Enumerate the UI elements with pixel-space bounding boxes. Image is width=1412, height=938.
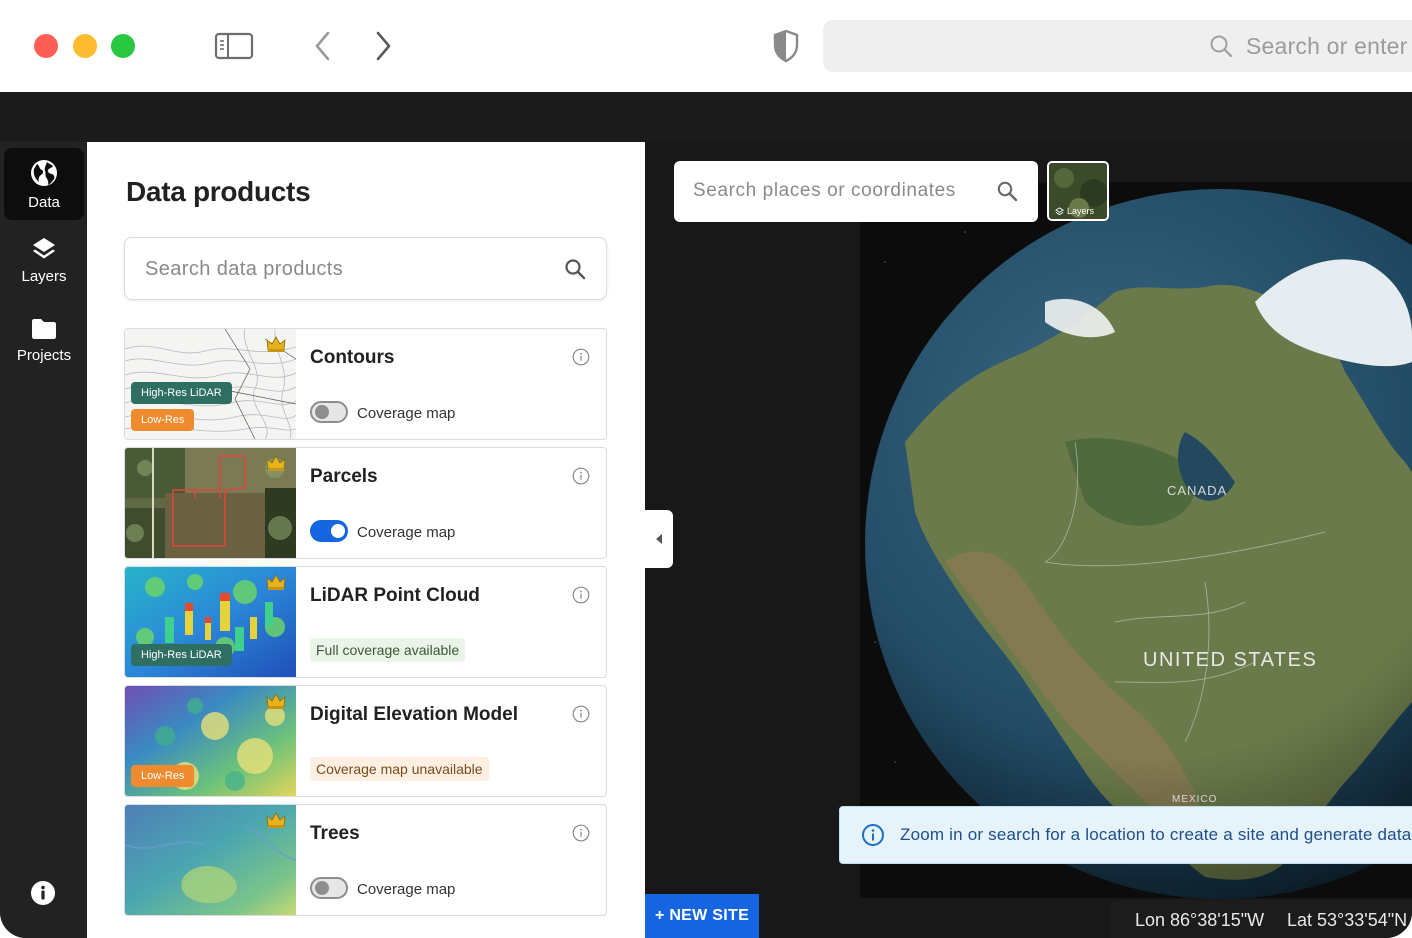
rail-item-projects[interactable]: Projects (4, 304, 84, 376)
product-card-trees[interactable]: Trees Coverage map (124, 804, 607, 916)
card-title: Contours (310, 347, 395, 368)
minimize-window-button[interactable] (73, 34, 97, 58)
crown-icon (266, 335, 286, 353)
card-title: Parcels (310, 466, 378, 487)
rail-item-label: Data (28, 193, 60, 211)
map-search-placeholder: Search places or coordinates (693, 180, 956, 201)
close-window-button[interactable] (34, 34, 58, 58)
address-bar-placeholder: Search or enter (1246, 33, 1408, 59)
data-products-panel: Data products Search data products High-… (87, 142, 645, 938)
status-badge: Coverage map unavailable (310, 757, 489, 781)
shield-icon[interactable] (766, 26, 806, 66)
layers-button[interactable]: Layers (1047, 161, 1109, 221)
product-card-contours[interactable]: High-Res LiDAR Low-Res Contours Coverage… (124, 328, 607, 440)
rail-item-label: Layers (21, 267, 67, 285)
zoom-window-button[interactable] (111, 34, 135, 58)
crown-icon (266, 692, 286, 710)
toggle-label: Coverage map (357, 524, 456, 541)
status-badge: Full coverage available (310, 638, 466, 662)
latitude-readout: Lat 53°33'54"N (1287, 910, 1408, 930)
map-search-input[interactable]: Search places or coordinates (674, 161, 1038, 222)
coverage-map-toggle[interactable] (310, 401, 348, 423)
map-label-mexico: MEXICO (1172, 794, 1217, 805)
data-products-search-input[interactable]: Search data products (124, 237, 607, 300)
search-icon (563, 257, 587, 286)
product-card-lidar-point-cloud[interactable]: High-Res LiDAR LiDAR Point Cloud Full co… (124, 566, 607, 678)
product-card-parcels[interactable]: Parcels Coverage map (124, 447, 607, 559)
layers-icon (1055, 206, 1064, 215)
layers-button-label: Layers (1055, 206, 1094, 216)
address-bar[interactable]: Search or enter (823, 20, 1412, 72)
page-title: Data products (126, 176, 311, 207)
toggle-label: Coverage map (357, 405, 456, 422)
badge-low-res: Low-Res (131, 765, 195, 787)
product-card-digital-elevation-model[interactable]: Low-Res Digital Elevation Model Coverage… (124, 685, 607, 797)
info-circle-icon[interactable] (572, 824, 590, 847)
crown-icon (266, 811, 286, 829)
search-icon (1209, 34, 1233, 63)
parcels-thumbnail (125, 448, 296, 558)
info-circle-icon[interactable] (572, 467, 590, 490)
trees-thumbnail (125, 805, 296, 915)
info-banner-text: Zoom in or search for a location to crea… (900, 825, 1412, 844)
app-window: Data Layers Projects Data products Searc… (0, 142, 1412, 938)
sidebar-toggle-icon[interactable] (210, 26, 258, 66)
coverage-map-toggle[interactable] (310, 520, 348, 542)
search-placeholder: Search data products (145, 258, 344, 280)
page: Search or enter Data Layers Projects Dat… (0, 0, 1412, 938)
back-arrow-icon[interactable] (306, 26, 340, 66)
rail-item-layers[interactable]: Layers (4, 224, 84, 296)
layers-icon (33, 237, 55, 258)
lidar-thumbnail: High-Res LiDAR (125, 567, 296, 677)
card-title: Digital Elevation Model (310, 704, 518, 725)
info-icon[interactable] (30, 880, 56, 906)
badge-high-res-lidar: High-Res LiDAR (131, 644, 232, 666)
map-label-canada: CANADA (1167, 483, 1227, 498)
rail-item-data[interactable]: Data (4, 148, 84, 220)
nav-rail: Data Layers Projects (0, 142, 87, 938)
new-site-button[interactable]: + NEW SITE (645, 894, 759, 938)
contours-thumbnail: High-Res LiDAR Low-Res (125, 329, 296, 439)
badge-low-res: Low-Res (131, 409, 195, 431)
dem-thumbnail: Low-Res (125, 686, 296, 796)
browser-toolbar: Search or enter (0, 0, 1412, 92)
toggle-label: Coverage map (357, 881, 456, 898)
info-circle-icon[interactable] (572, 348, 590, 371)
badge-high-res-lidar: High-Res LiDAR (131, 382, 232, 404)
browser-content-top (0, 92, 1412, 142)
longitude-readout: Lon 86°38'15"W (1135, 910, 1265, 930)
crown-icon (266, 454, 286, 472)
card-title: Trees (310, 823, 360, 844)
folder-icon (32, 318, 56, 339)
globe-icon (31, 159, 57, 186)
info-circle-icon (861, 823, 885, 852)
info-circle-icon[interactable] (572, 586, 590, 609)
coverage-map-toggle[interactable] (310, 877, 348, 899)
info-circle-icon[interactable] (572, 705, 590, 728)
search-icon (996, 180, 1018, 207)
collapse-panel-button[interactable] (645, 510, 673, 568)
crown-icon (266, 573, 286, 591)
rail-item-label: Projects (16, 346, 72, 364)
card-title: LiDAR Point Cloud (310, 585, 480, 606)
map-label-usa: UNITED STATES (1143, 649, 1317, 671)
layers-label-text: Layers (1067, 206, 1095, 216)
forward-arrow-icon[interactable] (366, 26, 400, 66)
coordinates-readout: Lon 86°38'15"W Lat 53°33'54"N (1110, 900, 1412, 938)
info-banner: Zoom in or search for a location to crea… (839, 806, 1412, 864)
